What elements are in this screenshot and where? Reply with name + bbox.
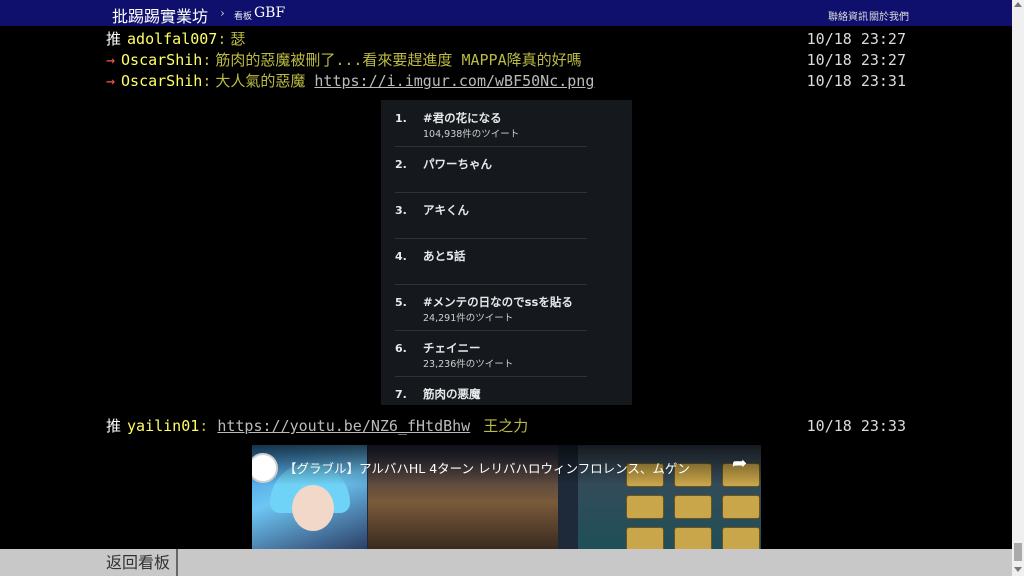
top-nav-bar: 批踢踢實業坊 › 看板 GBF 聯絡資訊 關於我們 xyxy=(0,0,1012,26)
comment-content: 大人氣的惡魔 xyxy=(215,72,306,90)
comment-row: 推 yailin01: https://youtu.be/NZ6_fHtdBhw … xyxy=(106,416,906,437)
trend-rank: 3. xyxy=(395,204,407,217)
trend-count: 24,291件のツイート xyxy=(423,313,514,324)
trend-item: 6. チェイニー 23,236件のツイート xyxy=(395,330,587,377)
trend-count: 104,938件のツイート xyxy=(423,129,520,140)
trend-rank: 5. xyxy=(395,296,407,309)
comment-row: → OscarShih: 大人氣的惡魔 https://i.imgur.com/wB… xyxy=(106,71,906,92)
comment-row: → OscarShih: 筋肉的惡魔被刪了...看來要趕進度 MAPPA降真的好嗎 … xyxy=(106,50,906,71)
trend-item: 3. アキくん xyxy=(395,192,587,239)
scroll-up-arrow-icon[interactable] xyxy=(1014,2,1022,7)
comment-colon: : xyxy=(202,51,212,69)
comment-row: 推 adolfal007: 瑟 10/18 23:27 xyxy=(106,29,906,50)
trend-name: チェイニー xyxy=(423,341,481,355)
youtube-video-title[interactable]: 【グラブル】アルバハHL 4ターン レリバハロウィンフロレンス、ムゲン xyxy=(284,458,690,477)
imgur-link[interactable]: https://i.imgur.com/wBF50Nc.png xyxy=(314,72,594,90)
comment-colon: : xyxy=(199,417,209,435)
arrow-tag: → xyxy=(106,51,116,69)
comment-user: OscarShih xyxy=(121,72,203,90)
comment-content: 瑟 xyxy=(230,30,246,48)
breadcrumb-board-label: 看板 xyxy=(234,12,253,22)
youtube-link[interactable]: https://youtu.be/NZ6_fHtdBhw xyxy=(217,417,470,435)
trend-count: 23,236件のツイート xyxy=(423,359,514,370)
push-tag: 推 xyxy=(106,30,122,48)
party-card-shape xyxy=(674,527,712,549)
scroll-down-arrow-icon[interactable] xyxy=(1014,567,1022,572)
contact-link[interactable]: 聯絡資訊 xyxy=(828,8,868,23)
push-tag: 推 xyxy=(106,417,122,435)
trend-name: パワーちゃん xyxy=(423,157,492,171)
party-card-shape xyxy=(626,527,664,549)
comment-colon: : xyxy=(202,72,212,90)
trend-item: 7. 筋肉の悪魔 xyxy=(395,376,587,405)
breadcrumb-board-link[interactable]: GBF xyxy=(254,5,285,21)
comment-user: yailin01 xyxy=(127,417,200,435)
comment-user: adolfal007 xyxy=(127,30,218,48)
trend-item: 2. パワーちゃん xyxy=(395,146,587,193)
comment-content: 王之力 xyxy=(483,417,529,435)
trending-image: 1. #君の花になる 104,938件のツイート 2. パワーちゃん 3. アキ… xyxy=(381,100,632,405)
comment-content: 筋肉的惡魔被刪了...看來要趕進度 MAPPA降真的好嗎 xyxy=(215,51,582,69)
comment-time: 10/18 23:27 xyxy=(806,51,906,69)
comment-user: OscarShih xyxy=(121,51,203,69)
comment-time: 10/18 23:31 xyxy=(806,72,906,90)
vertical-scrollbar[interactable] xyxy=(1012,0,1024,576)
trend-name: 筋肉の悪魔 xyxy=(423,387,481,401)
comment-time: 10/18 23:33 xyxy=(806,417,906,435)
bottom-bar: 返回看板 xyxy=(0,549,1012,576)
party-card-shape xyxy=(674,495,712,519)
trend-name: あと5話 xyxy=(423,249,466,263)
party-card-shape xyxy=(722,527,760,549)
breadcrumb-separator: › xyxy=(220,6,225,20)
comment-colon: : xyxy=(217,30,227,48)
character-face-shape xyxy=(292,485,334,531)
party-card-shape xyxy=(722,495,760,519)
youtube-embed[interactable]: 【グラブル】アルバハHL 4ターン レリバハロウィンフロレンス、ムゲン ➦ xyxy=(252,445,761,549)
scroll-thumb[interactable] xyxy=(1014,543,1022,561)
comment-time: 10/18 23:27 xyxy=(806,30,906,48)
trend-item: 5. #メンテの日なのでssを貼る 24,291件のツイート xyxy=(395,284,587,331)
party-card-shape xyxy=(626,495,664,519)
share-icon[interactable]: ➦ xyxy=(732,453,754,475)
trend-rank: 1. xyxy=(395,112,407,125)
trend-name: #君の花になる xyxy=(423,111,502,125)
site-brand-link[interactable]: 批踢踢實業坊 xyxy=(112,3,208,27)
trend-rank: 6. xyxy=(395,342,407,355)
trend-name: アキくん xyxy=(423,203,469,217)
trend-name: #メンテの日なのでssを貼る xyxy=(423,295,573,309)
trend-rank: 7. xyxy=(395,388,407,401)
arrow-tag: → xyxy=(106,72,116,90)
back-to-board-button[interactable]: 返回看板 xyxy=(106,549,179,576)
trend-item: 1. #君の花になる 104,938件のツイート xyxy=(395,100,587,147)
trend-rank: 2. xyxy=(395,158,407,171)
trend-item: 4. あと5話 xyxy=(395,238,587,285)
trend-rank: 4. xyxy=(395,250,407,263)
about-link[interactable]: 關於我們 xyxy=(869,8,909,23)
